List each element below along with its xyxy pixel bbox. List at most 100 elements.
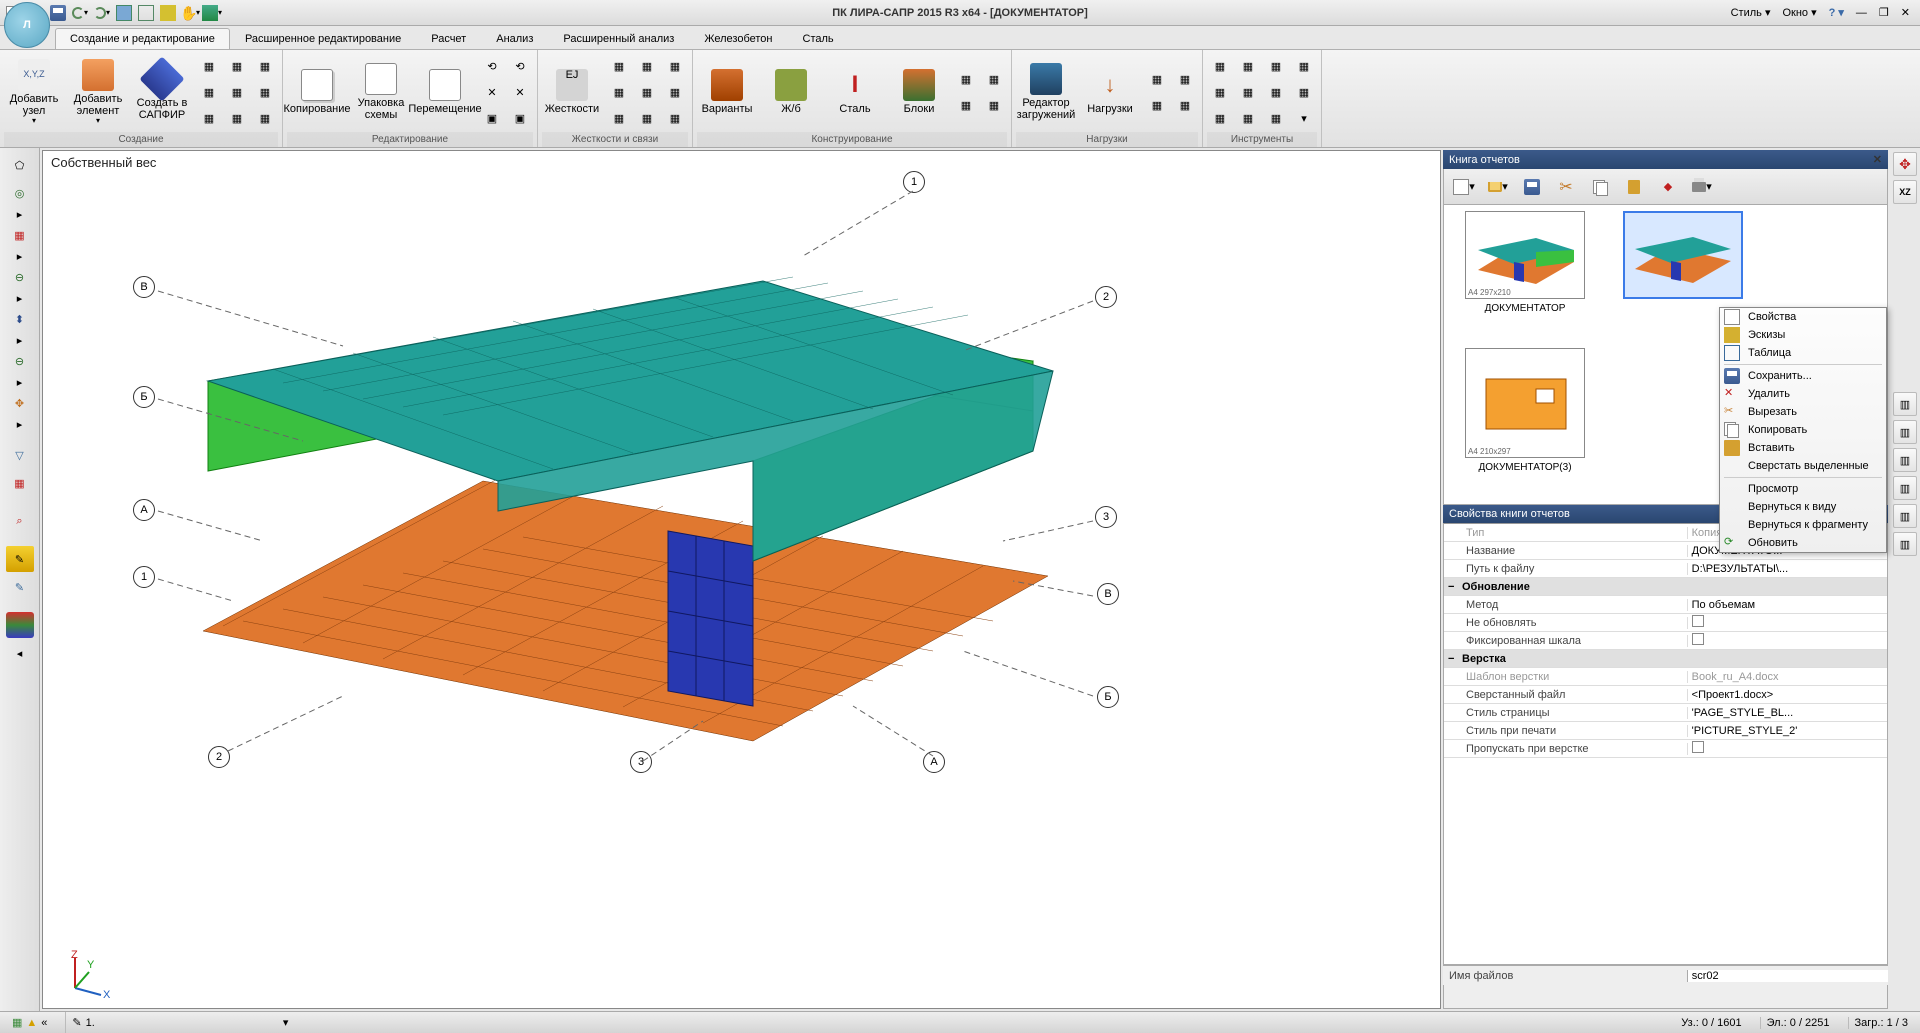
tool-btn-12[interactable]: ▾ bbox=[1291, 106, 1317, 130]
loadcase-editor-button[interactable]: Редактор загружений bbox=[1016, 53, 1076, 131]
redo-button[interactable]: ▾ bbox=[92, 3, 112, 23]
con-btn-4[interactable]: ▦ bbox=[981, 93, 1007, 117]
report-print-button[interactable]: ▾ bbox=[1688, 173, 1716, 201]
save-button[interactable] bbox=[48, 3, 68, 23]
report-delete-button[interactable]: ◆ bbox=[1654, 173, 1682, 201]
stiff-btn-7[interactable]: ▦ bbox=[606, 106, 632, 130]
concrete-button[interactable]: Ж/б bbox=[761, 53, 821, 131]
noupdate-checkbox[interactable] bbox=[1692, 615, 1704, 627]
prop-pagestyle[interactable]: Стиль страницы'PAGE_STYLE_BL... bbox=[1444, 704, 1887, 722]
report-new-button[interactable]: ▾ bbox=[1450, 173, 1478, 201]
zoom-in-expand[interactable]: ▸ bbox=[14, 376, 26, 388]
marker-button[interactable]: ✎ bbox=[6, 574, 34, 600]
edit-btn-2[interactable]: ⟲ bbox=[507, 54, 533, 78]
report-cut-button[interactable]: ✂ bbox=[1552, 173, 1580, 201]
steel-button[interactable]: IСталь bbox=[825, 53, 885, 131]
window-dropdown[interactable]: Окно ▾ bbox=[1778, 4, 1820, 21]
tool-btn-8[interactable]: ▦ bbox=[1291, 80, 1317, 104]
help-button[interactable]: ? ▾ bbox=[1825, 4, 1848, 21]
cm-view[interactable]: Просмотр bbox=[1720, 480, 1886, 498]
load-btn-2[interactable]: ▦ bbox=[1172, 67, 1198, 91]
filter-button[interactable]: ▽ bbox=[6, 442, 34, 468]
status-loadcase[interactable]: ✎ 1. ▾ bbox=[65, 1012, 294, 1033]
cm-return-fragment[interactable]: Вернуться к фрагменту bbox=[1720, 516, 1886, 534]
create-sapfir-button[interactable]: Создать в САПФИР bbox=[132, 53, 192, 131]
load-btn-4[interactable]: ▦ bbox=[1172, 93, 1198, 117]
report-open-button[interactable]: ▾ bbox=[1484, 173, 1512, 201]
tool-btn-2[interactable]: ▦ bbox=[1235, 54, 1261, 78]
grid-btn-6[interactable]: ▦ bbox=[252, 80, 278, 104]
stiff-btn-9[interactable]: ▦ bbox=[662, 106, 688, 130]
grid-btn-4[interactable]: ▦ bbox=[196, 80, 222, 104]
tool-btn-6[interactable]: ▦ bbox=[1235, 80, 1261, 104]
tool-btn-3[interactable]: ▦ bbox=[1263, 54, 1289, 78]
cm-sketches[interactable]: Эскизы bbox=[1720, 326, 1886, 344]
report-copy-button[interactable] bbox=[1586, 173, 1614, 201]
zoom-fit-button[interactable]: ✥ bbox=[6, 390, 34, 416]
tab-create-edit[interactable]: Создание и редактирование bbox=[55, 28, 230, 49]
move-button[interactable]: Перемещение bbox=[415, 53, 475, 131]
pan-button[interactable]: ⬍ bbox=[6, 306, 34, 332]
pack-scheme-button[interactable]: Упаковка схемы bbox=[351, 53, 411, 131]
prop-cat-update[interactable]: Обновление bbox=[1444, 578, 1887, 596]
select-poly-button[interactable]: ⬠ bbox=[6, 152, 34, 178]
grid-btn-3[interactable]: ▦ bbox=[252, 54, 278, 78]
status-select-icon[interactable]: ▦ bbox=[12, 1016, 22, 1029]
layer-1-button[interactable]: ▥ bbox=[1893, 392, 1917, 416]
cm-copy[interactable]: Копировать bbox=[1720, 421, 1886, 439]
filename-row[interactable]: Имя файловscr02 bbox=[1443, 965, 1888, 985]
undo-button[interactable]: ▾ bbox=[70, 3, 90, 23]
layer-3-button[interactable]: ▥ bbox=[1893, 448, 1917, 472]
zoom-fit-expand[interactable]: ▸ bbox=[14, 418, 26, 430]
thumb-3[interactable]: A4 210x297 ДОКУМЕНТАТОР(3) bbox=[1450, 348, 1600, 499]
cm-compose-selected[interactable]: Сверстать выделенные bbox=[1720, 457, 1886, 475]
qat-cube-button[interactable] bbox=[114, 3, 134, 23]
stiff-btn-5[interactable]: ▦ bbox=[634, 80, 660, 104]
con-btn-2[interactable]: ▦ bbox=[981, 67, 1007, 91]
viewport-3d[interactable]: Собственный вес 1 2 3 В Б А 1 2 3 А Б В bbox=[42, 150, 1441, 1009]
con-btn-1[interactable]: ▦ bbox=[953, 67, 979, 91]
tab-advanced-edit[interactable]: Расширенное редактирование bbox=[230, 28, 416, 49]
tool-btn-1[interactable]: ▦ bbox=[1207, 54, 1233, 78]
edit-btn-4[interactable]: ✕ bbox=[507, 80, 533, 104]
load-btn-1[interactable]: ▦ bbox=[1144, 67, 1170, 91]
select-frame-button[interactable]: ▦ bbox=[6, 222, 34, 248]
qat-chart-button[interactable]: ▾ bbox=[202, 3, 222, 23]
back-button[interactable]: ◂ bbox=[6, 640, 34, 666]
grid-btn-7[interactable]: ▦ bbox=[196, 106, 222, 130]
tab-concrete[interactable]: Железобетон bbox=[689, 28, 787, 49]
prop-cat-layout[interactable]: Верстка bbox=[1444, 650, 1887, 668]
blocks-button[interactable]: Блоки bbox=[889, 53, 949, 131]
loads-button[interactable]: ↓Нагрузки bbox=[1080, 53, 1140, 131]
tool-btn-11[interactable]: ▦ bbox=[1263, 106, 1289, 130]
grid-btn-2[interactable]: ▦ bbox=[224, 54, 250, 78]
cm-return-view[interactable]: Вернуться к виду bbox=[1720, 498, 1886, 516]
axes-button[interactable]: ✥ bbox=[1893, 152, 1917, 176]
tab-adv-analysis[interactable]: Расширенный анализ bbox=[548, 28, 689, 49]
stiff-btn-8[interactable]: ▦ bbox=[634, 106, 660, 130]
stiffness-button[interactable]: EJЖесткости bbox=[542, 53, 602, 131]
orbit-expand[interactable]: ▸ bbox=[14, 208, 26, 220]
deselect-button[interactable]: ⌕ bbox=[6, 508, 34, 534]
grid-btn-5[interactable]: ▦ bbox=[224, 80, 250, 104]
stiff-btn-3[interactable]: ▦ bbox=[662, 54, 688, 78]
prop-printstyle[interactable]: Стиль при печати'PICTURE_STYLE_2' bbox=[1444, 722, 1887, 740]
grid-btn-1[interactable]: ▦ bbox=[196, 54, 222, 78]
cm-delete[interactable]: ✕Удалить bbox=[1720, 385, 1886, 403]
grid-btn-8[interactable]: ▦ bbox=[224, 106, 250, 130]
xz-button[interactable]: XZ bbox=[1893, 180, 1917, 204]
grid-btn-9[interactable]: ▦ bbox=[252, 106, 278, 130]
tool-btn-9[interactable]: ▦ bbox=[1207, 106, 1233, 130]
view-button[interactable] bbox=[6, 612, 34, 638]
prop-skip[interactable]: Пропускать при верстке bbox=[1444, 740, 1887, 758]
style-dropdown[interactable]: Стиль ▾ bbox=[1727, 4, 1775, 21]
qat-paint-button[interactable] bbox=[158, 3, 178, 23]
close-button[interactable]: ✕ bbox=[1897, 4, 1914, 21]
select-expand[interactable]: ▸ bbox=[14, 250, 26, 262]
skip-checkbox[interactable] bbox=[1692, 741, 1704, 753]
edit-btn-6[interactable]: ▣ bbox=[507, 106, 533, 130]
cm-properties[interactable]: Свойства bbox=[1720, 308, 1886, 326]
zoom-in-button[interactable]: ⊖ bbox=[6, 348, 34, 374]
copy-button[interactable]: Копирование bbox=[287, 53, 347, 131]
cm-save[interactable]: Сохранить... bbox=[1720, 367, 1886, 385]
